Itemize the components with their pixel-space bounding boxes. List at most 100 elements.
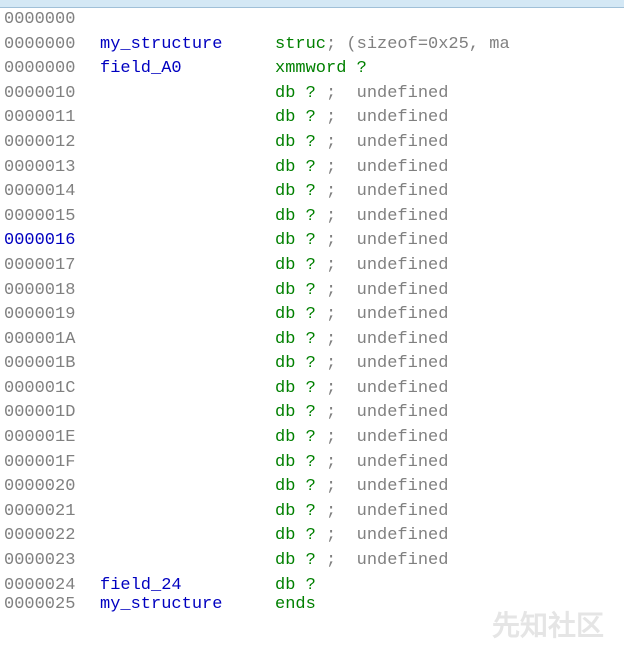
comment: ; undefined [326,428,448,447]
code-line[interactable]: 0000020 db ? ; undefined [4,475,624,500]
keyword: db [275,551,295,570]
code-line[interactable]: 0000019 db ? ; undefined [4,303,624,328]
comment: ; undefined [326,330,448,349]
disassembly-view[interactable]: 00000000000000my_structurestruc; (sizeof… [0,8,624,612]
keyword: struc [275,35,326,54]
offset-column: 0000019 [4,303,100,328]
instruction-column: ends [275,593,316,618]
code-line[interactable]: 0000017 db ? ; undefined [4,254,624,279]
offset-column: 0000010 [4,82,100,107]
comment: ; undefined [326,158,448,177]
keyword: db [275,207,295,226]
field-name-column: field_A0 [100,57,275,82]
instruction-column: db ? ; undefined [275,401,448,426]
offset-column: 0000020 [4,475,100,500]
code-line[interactable]: 0000010db ? ; undefined [4,82,624,107]
offset-column: 0000025 [4,593,100,618]
operand: ? [295,428,326,447]
code-line[interactable]: 0000014db ? ; undefined [4,180,624,205]
offset-column: 0000013 [4,156,100,181]
operand: ? [295,231,326,250]
code-line[interactable]: 000001Cdb ? ; undefined [4,377,624,402]
operand: ? [295,354,326,373]
code-line[interactable]: 0000023 db ? ; undefined [4,549,624,574]
offset-column: 0000023 [4,549,100,574]
comment: ; (sizeof=0x25, ma [326,35,510,54]
instruction-column: db ? ; undefined [275,500,448,525]
offset-column: 0000000 [4,8,100,33]
code-line[interactable]: 0000018db ? ; undefined [4,279,624,304]
offset-column: 0000000 [4,33,100,58]
instruction-column: db ? ; undefined [275,328,448,353]
comment: ; undefined [326,207,448,226]
comment: ; undefined [326,305,448,324]
offset-column: 0000012 [4,131,100,156]
instruction-column: db ? ; undefined [275,426,448,451]
comment: ; undefined [326,256,448,275]
comment: ; undefined [326,133,448,152]
watermark: 先知社区 [492,606,604,647]
offset-column: 000001D [4,401,100,426]
operand: ? [295,133,326,152]
operand: ? [295,403,326,422]
operand: ? [295,256,326,275]
code-line[interactable]: 000001Edb ? ; undefined [4,426,624,451]
instruction-column: db ? ; undefined [275,524,448,549]
instruction-column: db ? ; undefined [275,549,448,574]
code-line[interactable]: 0000021db ? ; undefined [4,500,624,525]
operand: ? [295,207,326,226]
code-line[interactable]: 000001F db ? ; undefined [4,451,624,476]
offset-column: 0000022 [4,524,100,549]
offset-column: 000001F [4,451,100,476]
code-line[interactable]: 0000000field_A0xmmword ? [4,57,624,82]
operand: ? [295,330,326,349]
offset-column: 0000017 [4,254,100,279]
code-line[interactable]: 0000013db ? ; undefined [4,156,624,181]
keyword: db [275,379,295,398]
code-line[interactable]: 0000015db ? ; undefined [4,205,624,230]
comment: ; undefined [326,502,448,521]
code-line[interactable]: 0000000my_structurestruc; (sizeof=0x25, … [4,33,624,58]
offset-column: 0000016 [4,229,100,254]
instruction-column: db ? ; undefined [275,205,448,230]
comment: ; undefined [326,379,448,398]
operand: ? [295,182,326,201]
keyword: db [275,256,295,275]
instruction-column: db ? ; undefined [275,475,448,500]
code-line[interactable]: 0000022 db ? ; undefined [4,524,624,549]
operand: ? [295,281,326,300]
keyword: db [275,84,295,103]
operand: ? [295,477,326,496]
comment: ; undefined [326,526,448,545]
code-line[interactable]: 000001Adb ? ; undefined [4,328,624,353]
code-line[interactable]: 0000000 [4,8,624,33]
code-line[interactable]: 000001D db ? ; undefined [4,402,624,427]
code-line[interactable]: 000001Bdb ? ; undefined [4,352,624,377]
code-line[interactable]: 0000025my_structureends [4,598,624,612]
keyword: ends [275,595,316,614]
code-line[interactable]: 0000012 db ? ; undefined [4,131,624,156]
keyword: db [275,477,295,496]
operand: ? [295,305,326,324]
field-name-column: my_structure [100,33,275,58]
operand: ? [295,576,315,595]
operand: ? [346,59,366,78]
code-line[interactable]: 0000016 db ? ; undefined [4,229,624,254]
comment: ; undefined [326,403,448,422]
comment: ; undefined [326,84,448,103]
instruction-column: db ? ; undefined [275,377,448,402]
keyword: db [275,502,295,521]
code-line[interactable]: 0000011db ? ; undefined [4,106,624,131]
instruction-column: xmmword ? [275,57,367,82]
instruction-column: db ? ; undefined [275,229,448,254]
offset-column: 000001B [4,352,100,377]
comment: ; undefined [326,231,448,250]
instruction-column: db ? ; undefined [275,451,448,476]
instruction-column: db ? ; undefined [275,303,448,328]
operand: ? [295,526,326,545]
offset-column: 0000014 [4,180,100,205]
operand: ? [295,158,326,177]
operand: ? [295,108,326,127]
instruction-column: db ? ; undefined [275,131,448,156]
comment: ; undefined [326,477,448,496]
